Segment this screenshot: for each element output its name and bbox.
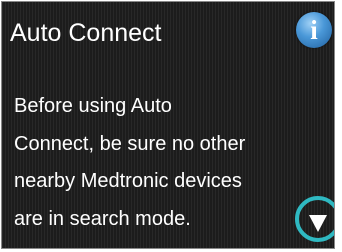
- device-screen: Auto Connect i Before using Auto Connect…: [1, 1, 335, 249]
- down-arrow-icon: [309, 215, 327, 232]
- message-text: Before using Auto Connect, be sure no ot…: [14, 88, 304, 238]
- screen-title: Auto Connect: [10, 19, 162, 47]
- message-line: are in search mode.: [14, 207, 191, 230]
- info-glyph: i: [310, 15, 318, 45]
- message-line: nearby Medtronic devices: [14, 170, 242, 192]
- title-bar: Auto Connect i: [2, 2, 334, 64]
- scroll-down-button[interactable]: [295, 196, 334, 242]
- info-icon[interactable]: i: [296, 12, 332, 48]
- message-line: Connect, be sure no other: [14, 132, 246, 155]
- message-line: Before using Auto: [14, 95, 172, 117]
